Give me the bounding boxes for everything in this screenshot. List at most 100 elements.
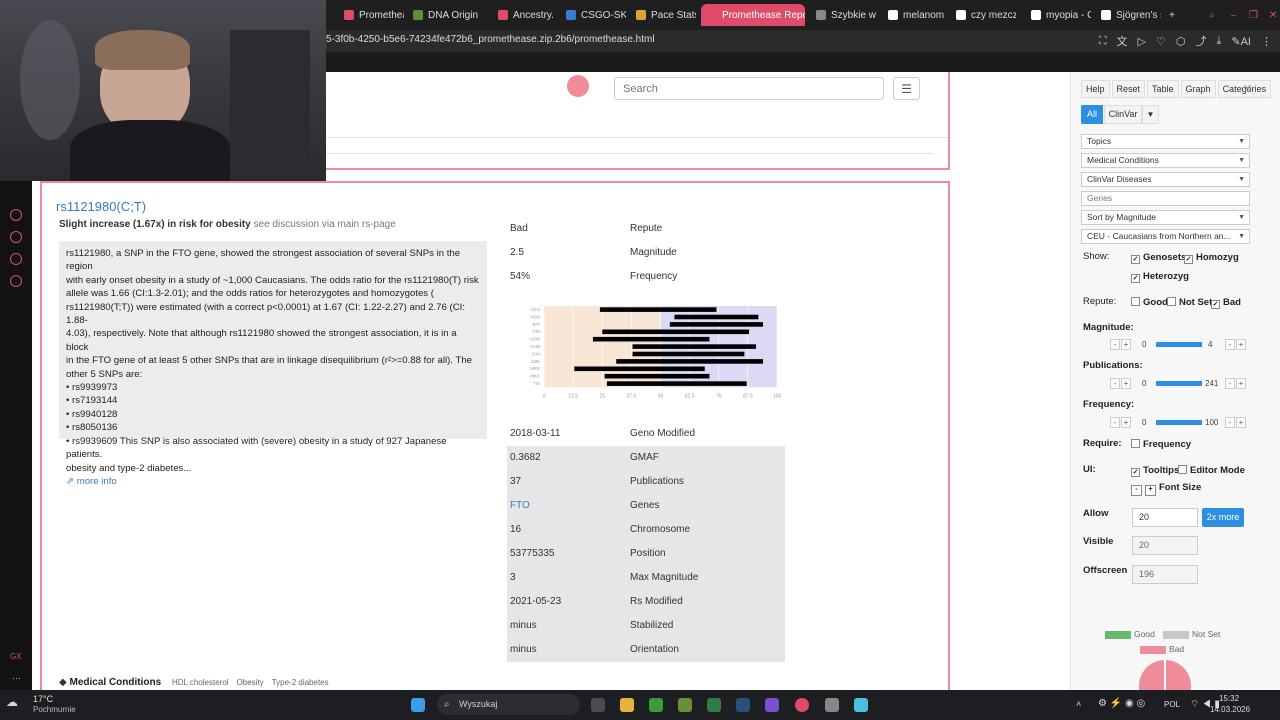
panel-select[interactable]: Medical Conditions ▼ (1081, 153, 1250, 168)
more-info-link[interactable]: ⇗ more info (66, 475, 480, 488)
checkbox-icon[interactable] (1131, 297, 1140, 306)
app-green-icon[interactable] (649, 698, 663, 712)
frequency-slider[interactable]: - + 0 100 - + (1110, 417, 1246, 428)
panel-select[interactable]: Sort by Magnitude ▼ (1081, 210, 1250, 225)
steam-icon[interactable] (736, 698, 750, 712)
download-icon[interactable]: ⤓ (1217, 35, 1222, 48)
checkbox-checked-icon[interactable]: ✓ (1184, 255, 1193, 264)
browser-tab[interactable]: Pace Stats (630, 4, 696, 26)
ui-tooltips-option[interactable]: ✓ Tooltips (1131, 465, 1179, 477)
minus-button[interactable]: - (1225, 417, 1235, 428)
plus-button[interactable]: + (1121, 339, 1131, 350)
rail-clock-icon[interactable] (10, 231, 22, 243)
chevron-up-icon[interactable]: ˄ (1076, 699, 1081, 709)
minus-button[interactable]: - (1110, 378, 1120, 389)
browser-tab[interactable]: czy mezcz (950, 4, 1016, 26)
browser-tab[interactable]: Promethease Report (701, 4, 805, 26)
clock-time[interactable]: 15:32 (1219, 694, 1239, 703)
publications-slider[interactable]: - + 0 241 - + (1110, 378, 1246, 389)
checkbox-checked-icon[interactable]: ✓ (1211, 300, 1220, 309)
search-icon[interactable]: ⌕ (1203, 4, 1219, 26)
genes-input[interactable]: Genes (1081, 191, 1250, 206)
close-icon[interactable]: ✕ (1263, 4, 1279, 26)
minus-button[interactable]: - (1225, 378, 1235, 389)
magnitude-track[interactable] (1156, 342, 1202, 347)
plus-button[interactable]: + (1236, 417, 1246, 428)
repute-notset-option[interactable]: Not Set (1167, 297, 1212, 308)
file-explorer-icon[interactable] (620, 698, 634, 712)
minus-button[interactable]: - (1225, 339, 1235, 350)
snp-title[interactable]: rs1121980(C;T) (56, 199, 146, 214)
clinvar-button[interactable]: ClinVar (1104, 105, 1142, 124)
search-input[interactable] (614, 77, 884, 100)
browser-tab[interactable]: myopia - G (1025, 4, 1091, 26)
all-button[interactable]: All (1081, 105, 1103, 124)
screenshot-icon[interactable]: ⛶ (1099, 35, 1107, 48)
browser-tab[interactable]: Ancestry.c (492, 4, 554, 26)
plus-button[interactable]: + (1236, 339, 1246, 350)
plus-button[interactable]: + (1145, 485, 1156, 496)
close-icon[interactable]: ✕ (1243, 82, 1252, 95)
windows-start-icon[interactable] (411, 698, 425, 712)
ai-icon[interactable]: ✎AI (1231, 35, 1251, 48)
rail-record-icon[interactable] (10, 209, 22, 221)
panel-reset-button[interactable]: Reset (1111, 80, 1146, 98)
new-tab-button[interactable]: + (1163, 4, 1179, 26)
magnitude-slider[interactable]: - + 0 4 - + (1110, 339, 1246, 350)
obs-icon[interactable] (825, 698, 839, 712)
browser-tab[interactable]: Promethea (338, 4, 404, 26)
minimize-icon[interactable]: – (1225, 4, 1241, 26)
medical-condition-tag[interactable]: Type-2 diabetes (272, 678, 329, 687)
checkbox-icon[interactable] (1131, 439, 1140, 448)
rail-settings-icon[interactable] (10, 275, 22, 287)
ui-editor-mode-option[interactable]: Editor Mode (1178, 465, 1245, 476)
panel-table-button[interactable]: Table (1147, 80, 1179, 98)
rail-more-icon[interactable]: ··· (12, 673, 21, 683)
chevron-down-icon[interactable]: ▼ (1142, 105, 1159, 124)
extensions-icon[interactable]: ⬡ (1176, 35, 1186, 48)
checkbox-icon[interactable] (1167, 297, 1176, 306)
panel-help-button[interactable]: Help (1081, 80, 1110, 98)
minus-button[interactable]: - (1110, 417, 1120, 428)
info-value[interactable]: FTO (510, 494, 530, 518)
snp-summary-note[interactable]: see discussion via main rs-page (254, 219, 396, 230)
clock-date[interactable]: 14.03.2026 (1210, 705, 1250, 714)
play-icon[interactable]: ▷ (1138, 35, 1146, 48)
panel-select[interactable]: Topics ▼ (1081, 134, 1250, 149)
menu-icon[interactable]: ⋮ (1261, 35, 1272, 48)
weather-desc[interactable]: Pochmurnie (33, 705, 76, 714)
translate-icon[interactable]: 文 (1117, 33, 1128, 49)
share-icon[interactable]: ⤴ (1196, 33, 1207, 49)
browser-tab[interactable]: CSGO-SKII (560, 4, 626, 26)
obsidian-icon[interactable] (765, 698, 779, 712)
rail-gx-icon[interactable]: GX (10, 652, 22, 661)
address-url[interactable]: 5-3f0b-4250-b5e6-74234fe472b6_prometheas… (326, 34, 655, 45)
checkbox-checked-icon[interactable]: ✓ (1131, 255, 1140, 264)
require-frequency-option[interactable]: Frequency (1131, 439, 1191, 450)
plus-button[interactable]: + (1121, 378, 1131, 389)
repute-bad-option[interactable]: ✓ Bad (1211, 297, 1241, 309)
show-genosets-option[interactable]: ✓ Genosets (1131, 252, 1186, 264)
taskbar-search[interactable]: ⌕ Wyszukaj (437, 694, 580, 715)
checkbox-checked-icon[interactable]: ✓ (1131, 468, 1140, 477)
panel-select[interactable]: ClinVar Diseases ▼ (1081, 172, 1250, 187)
excel-icon[interactable] (707, 698, 721, 712)
two-x-more-button[interactable]: 2x more (1202, 508, 1244, 527)
show-heterozyg-option[interactable]: ✓ Heterozyg (1131, 271, 1189, 283)
panel-select[interactable]: CEU - Caucasians from Northern an... ▼ (1081, 229, 1250, 244)
task-view-icon[interactable] (591, 698, 605, 712)
checkbox-icon[interactable] (1178, 465, 1187, 474)
weather-temp[interactable]: 17°C (33, 694, 53, 704)
browser-tab[interactable]: Sjögren's s (1095, 4, 1161, 26)
tray-icons[interactable]: ⚙ ⚡ ◉ ◎ (1098, 698, 1145, 709)
heart-icon[interactable]: ♡ (1156, 35, 1166, 48)
frequency-track[interactable] (1156, 420, 1202, 425)
show-homozyg-option[interactable]: ✓ Homozyg (1184, 252, 1239, 264)
plus-button[interactable]: + (1121, 417, 1131, 428)
language-indicator[interactable]: POL (1164, 700, 1180, 709)
publications-track[interactable] (1156, 381, 1202, 386)
minus-button[interactable]: - (1131, 485, 1142, 496)
panel-graph-button[interactable]: Graph (1180, 80, 1216, 98)
restore-icon[interactable]: ❐ (1243, 4, 1259, 26)
filter-settings-button[interactable]: ☰ (893, 77, 920, 100)
